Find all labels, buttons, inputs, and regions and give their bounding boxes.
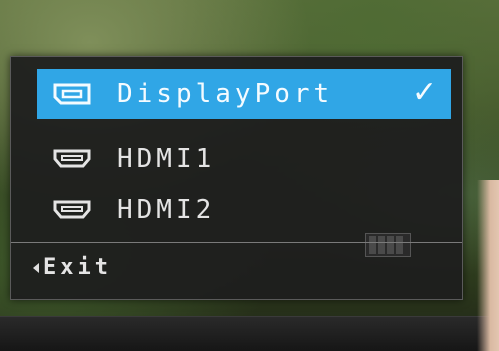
menu-item-hdmi2[interactable]: HDMI2	[37, 185, 451, 235]
exit-label: Exit	[43, 255, 112, 280]
menu-item-label: HDMI1	[117, 144, 216, 174]
menu-divider	[11, 242, 462, 243]
menu-item-hdmi1[interactable]: HDMI1	[37, 134, 451, 184]
status-indicator-icon	[365, 233, 411, 257]
monitor-bezel	[0, 316, 499, 351]
menu-item-label: DisplayPort	[117, 79, 334, 109]
menu-item-label: HDMI2	[117, 195, 216, 225]
checkmark-icon: ✓	[411, 75, 437, 110]
hdmi-icon	[45, 134, 99, 184]
background-glare	[477, 180, 499, 351]
menu-item-displayport[interactable]: DisplayPort ✓	[37, 69, 451, 119]
displayport-icon	[45, 69, 99, 119]
back-arrow-icon	[33, 262, 39, 273]
input-select-menu: DisplayPort ✓ HDMI1 HDMI2 Exit	[10, 56, 463, 300]
hdmi-icon	[45, 185, 99, 235]
exit-button[interactable]: Exit	[33, 255, 112, 280]
